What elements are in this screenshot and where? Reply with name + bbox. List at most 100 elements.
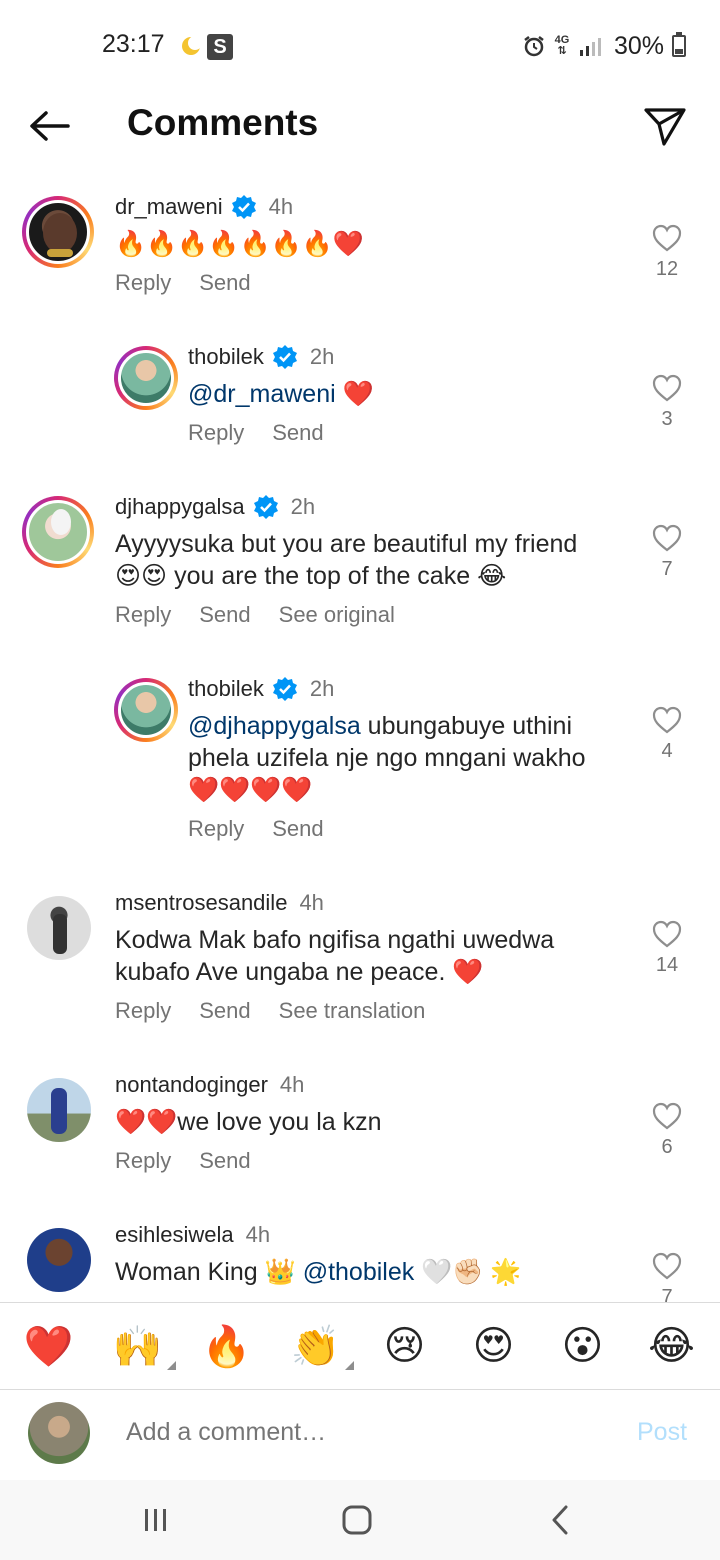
- reaction-heart[interactable]: ❤️: [19, 1323, 79, 1370]
- comment-time: 4h: [245, 1222, 271, 1247]
- page-title: Comments: [127, 102, 319, 143]
- s-badge-icon: S: [207, 34, 233, 60]
- like-group: 3: [646, 374, 688, 431]
- comment-emojis: ❤️❤️❤️❤️: [188, 776, 313, 804]
- heart-outline-icon[interactable]: [652, 224, 682, 252]
- username[interactable]: msentrosesandile: [115, 890, 287, 916]
- reaction-crying[interactable]: 😢: [375, 1323, 435, 1369]
- verified-badge-icon: [253, 495, 278, 519]
- comment-time: 2h: [309, 676, 335, 701]
- reply-button[interactable]: Reply: [115, 602, 171, 628]
- comment-content: thobilek 2h @dr_maweni ❤️ Reply Send: [188, 342, 628, 446]
- see-original-button[interactable]: See original: [279, 602, 395, 628]
- like-group: 14: [646, 920, 688, 977]
- comment-text: Woman King 👑 @thobilek 🤍✊🏻 🌟: [115, 1258, 522, 1286]
- username[interactable]: nontandoginger: [115, 1072, 268, 1098]
- send-button[interactable]: Send: [199, 1148, 250, 1174]
- avatar[interactable]: [22, 496, 94, 568]
- quick-reaction-bar: ❤️ 🙌 🔥 👏 😢 😍 😮 😂: [0, 1302, 720, 1390]
- verified-badge-icon: [272, 345, 297, 369]
- reaction-clap[interactable]: 👏: [286, 1323, 354, 1370]
- send-button[interactable]: Send: [272, 816, 323, 842]
- reaction-fire[interactable]: 🔥: [197, 1323, 257, 1370]
- send-button[interactable]: Send: [199, 602, 250, 628]
- comment-content: nontandoginger 4h ❤️❤️we love you la kzn…: [115, 1070, 635, 1174]
- reply-button[interactable]: Reply: [115, 998, 171, 1024]
- like-count: 3: [661, 408, 673, 430]
- reply-button[interactable]: Reply: [188, 816, 244, 842]
- reply-comment: thobilek 2h @djhappygalsa ubungabuye uth…: [0, 676, 720, 868]
- comment-time: 4h: [299, 890, 324, 915]
- mention-link[interactable]: @thobilek: [303, 1258, 415, 1286]
- comment-actions: Reply Send: [188, 420, 628, 446]
- comment-time: 2h: [290, 494, 316, 519]
- like-count: 14: [655, 954, 679, 976]
- heart-outline-icon[interactable]: [652, 524, 682, 552]
- heart-outline-icon[interactable]: [652, 706, 682, 734]
- comment-text: @dr_maweni ❤️: [188, 378, 628, 410]
- status-right: 4G ⇅ 30%: [522, 30, 686, 62]
- like-group: 7: [646, 1252, 688, 1302]
- username[interactable]: djhappygalsa: [115, 494, 245, 520]
- home-icon[interactable]: [337, 1502, 377, 1538]
- reaction-laughing[interactable]: 😂: [642, 1323, 702, 1369]
- reaction-surprised[interactable]: 😮: [553, 1323, 613, 1369]
- post-button[interactable]: Post: [637, 1418, 687, 1447]
- comment: msentrosesandile 4h Kodwa Mak bafo ngifi…: [0, 890, 720, 1042]
- heart-outline-icon[interactable]: [652, 920, 682, 948]
- avatar[interactable]: [22, 196, 94, 268]
- like-count: 12: [655, 258, 679, 280]
- heart-outline-icon[interactable]: [652, 1252, 682, 1280]
- reply-comment: thobilek 2h @dr_maweni ❤️ Reply Send 3: [0, 344, 720, 466]
- comment-content: djhappygalsa 2h Ayyyysuka but you are be…: [115, 492, 635, 628]
- comment-actions: Reply Send See original: [115, 602, 635, 628]
- back-icon[interactable]: [540, 1502, 580, 1538]
- status-bar: 23:17 S 4G ⇅ 30%: [0, 0, 720, 92]
- back-arrow-icon[interactable]: [26, 106, 74, 146]
- reply-button[interactable]: Reply: [188, 420, 244, 446]
- like-count: 7: [661, 1286, 673, 1302]
- comment-actions: Reply Send: [115, 270, 625, 296]
- avatar[interactable]: [27, 1078, 91, 1142]
- heart-outline-icon[interactable]: [652, 374, 682, 402]
- username[interactable]: thobilek: [188, 676, 264, 702]
- username[interactable]: thobilek: [188, 344, 264, 370]
- comment-emojis: ❤️: [342, 380, 374, 408]
- comment-input[interactable]: [126, 1418, 586, 1447]
- header: Comments: [0, 92, 720, 162]
- mention-link[interactable]: @djhappygalsa: [188, 712, 361, 740]
- reaction-heart-eyes[interactable]: 😍: [464, 1323, 524, 1369]
- heart-outline-icon[interactable]: [652, 1102, 682, 1130]
- comment-text: 🔥🔥🔥🔥🔥🔥🔥❤️: [115, 228, 625, 260]
- avatar[interactable]: [27, 1228, 91, 1292]
- avatar[interactable]: [27, 896, 91, 960]
- comments-list[interactable]: dr_maweni 4h 🔥🔥🔥🔥🔥🔥🔥❤️ Reply Send 12 tho…: [0, 182, 720, 1302]
- like-count: 7: [661, 558, 673, 580]
- username[interactable]: esihlesiwela: [115, 1222, 234, 1248]
- reply-button[interactable]: Reply: [115, 1148, 171, 1174]
- send-button[interactable]: Send: [199, 270, 250, 296]
- send-button[interactable]: Send: [272, 420, 323, 446]
- comment-actions: Reply Send: [188, 816, 628, 842]
- comment-emojis: ❤️❤️: [115, 1108, 178, 1136]
- network-4g-icon: 4G ⇅: [554, 34, 570, 57]
- comment-content: dr_maweni 4h 🔥🔥🔥🔥🔥🔥🔥❤️ Reply Send: [115, 192, 625, 296]
- mention-link[interactable]: @dr_maweni: [188, 380, 336, 408]
- username[interactable]: dr_maweni: [115, 194, 223, 220]
- battery-percent: 30%: [613, 31, 664, 60]
- see-translation-button[interactable]: See translation: [279, 998, 426, 1024]
- user-avatar: [28, 1402, 90, 1464]
- like-count: 4: [661, 740, 673, 762]
- battery-fill: [675, 48, 683, 54]
- reaction-raised-hands[interactable]: 🙌: [108, 1323, 176, 1370]
- like-group: 6: [646, 1102, 688, 1159]
- like-count: 6: [661, 1136, 673, 1158]
- avatar[interactable]: [114, 678, 178, 742]
- avatar[interactable]: [114, 346, 178, 410]
- like-group: 12: [646, 224, 688, 281]
- send-icon[interactable]: [640, 104, 688, 148]
- reply-button[interactable]: Reply: [115, 270, 171, 296]
- send-button[interactable]: Send: [199, 998, 250, 1024]
- comment-time: 4h: [268, 194, 294, 219]
- recent-apps-icon[interactable]: [136, 1502, 176, 1538]
